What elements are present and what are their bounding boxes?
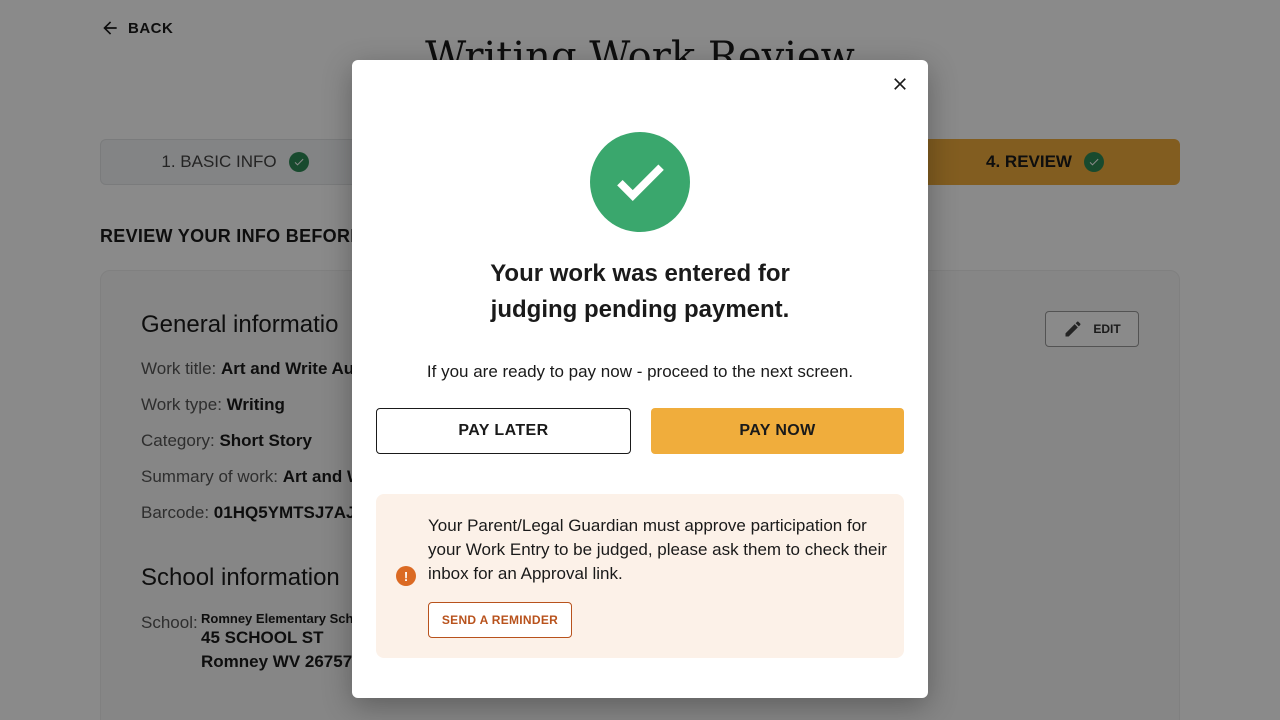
- guardian-approval-notice: ! Your Parent/Legal Guardian must approv…: [376, 494, 904, 658]
- modal-heading: Your work was entered for judging pendin…: [352, 256, 928, 328]
- pay-now-button[interactable]: PAY NOW: [651, 408, 904, 454]
- notice-text: Your Parent/Legal Guardian must approve …: [428, 516, 887, 583]
- close-icon: [894, 78, 906, 90]
- send-reminder-button[interactable]: SEND A REMINDER: [428, 602, 572, 638]
- payment-modal: Your work was entered for judging pendin…: [352, 60, 928, 698]
- pay-later-button[interactable]: PAY LATER: [376, 408, 631, 454]
- heading-line-2: judging pending payment.: [490, 296, 790, 323]
- modal-subtext: If you are ready to pay now - proceed to…: [426, 362, 854, 381]
- checkmark-circle-icon: [590, 132, 690, 232]
- heading-line-1: Your work was entered for: [490, 260, 790, 287]
- exclamation-circle-icon: !: [396, 566, 416, 586]
- close-button[interactable]: [890, 74, 910, 94]
